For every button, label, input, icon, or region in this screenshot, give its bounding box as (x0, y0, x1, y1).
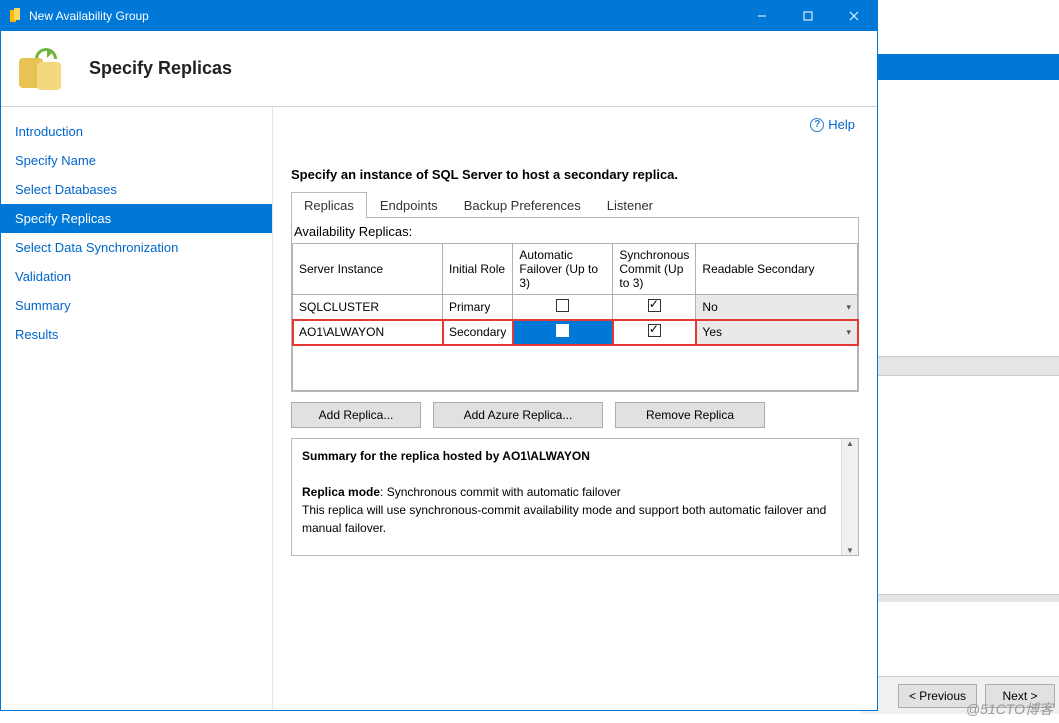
cell-auto-failover[interactable] (513, 320, 613, 345)
cell-sync-commit[interactable] (613, 320, 696, 345)
close-button[interactable] (831, 1, 877, 31)
help-icon: ? (810, 118, 824, 132)
grid-empty-area (292, 345, 858, 391)
checkbox-icon[interactable] (648, 324, 661, 337)
summary-desc: This replica will use synchronous-commit… (302, 501, 831, 537)
nav-step-0[interactable]: Introduction (1, 117, 272, 146)
col-sync-commit[interactable]: Synchronous Commit (Up to 3) (613, 244, 696, 295)
col-auto-failover[interactable]: Automatic Failover (Up to 3) (513, 244, 613, 295)
table-row: AO1\ALWAYONSecondary Yes▾ (293, 320, 858, 345)
tab-backup-preferences[interactable]: Backup Preferences (451, 192, 594, 218)
summary-title: Summary for the replica hosted by AO1\AL… (302, 447, 831, 465)
summary-panel: Summary for the replica hosted by AO1\AL… (291, 438, 859, 556)
tab-endpoints[interactable]: Endpoints (367, 192, 451, 218)
content-pane: ? Help Specify an instance of SQL Server… (273, 107, 877, 710)
instruction-text: Specify an instance of SQL Server to hos… (291, 167, 859, 182)
dialog-window: New Availability Group Specify Replicas … (0, 0, 878, 711)
col-server[interactable]: Server Instance (293, 244, 443, 295)
window-title: New Availability Group (29, 9, 739, 23)
chevron-down-icon: ▾ (846, 302, 851, 313)
chevron-down-icon: ▾ (846, 327, 851, 338)
nav-step-3[interactable]: Specify Replicas (1, 204, 272, 233)
app-icon (7, 8, 23, 24)
table-row: SQLCLUSTERPrimary No▾ (293, 295, 858, 320)
summary-mode: Replica mode: Synchronous commit with au… (302, 483, 831, 501)
replicas-grid: Server Instance Initial Role Automatic F… (292, 243, 858, 345)
nav-step-7[interactable]: Results (1, 320, 272, 349)
nav-step-1[interactable]: Specify Name (1, 146, 272, 175)
cell-sync-commit[interactable] (613, 295, 696, 320)
wizard-nav: IntroductionSpecify NameSelect Databases… (1, 107, 273, 710)
nav-step-2[interactable]: Select Databases (1, 175, 272, 204)
cell-readable[interactable]: Yes▾ (696, 320, 858, 345)
cell-server[interactable]: SQLCLUSTER (293, 295, 443, 320)
nav-step-4[interactable]: Select Data Synchronization (1, 233, 272, 262)
nav-step-5[interactable]: Validation (1, 262, 272, 291)
help-link[interactable]: ? Help (810, 117, 855, 132)
checkbox-icon[interactable] (556, 324, 569, 337)
tab-listener[interactable]: Listener (594, 192, 666, 218)
remove-replica-button[interactable]: Remove Replica (615, 402, 765, 428)
nav-step-6[interactable]: Summary (1, 291, 272, 320)
cell-auto-failover[interactable] (513, 295, 613, 320)
maximize-button[interactable] (785, 1, 831, 31)
cell-role: Secondary (443, 320, 513, 345)
checkbox-icon[interactable] (648, 299, 661, 312)
add-replica-button[interactable]: Add Replica... (291, 402, 421, 428)
cell-role: Primary (443, 295, 513, 320)
minimize-button[interactable] (739, 1, 785, 31)
cell-readable[interactable]: No▾ (696, 295, 858, 320)
scroll-up-icon[interactable]: ▲ (846, 439, 854, 448)
add-azure-replica-button[interactable]: Add Azure Replica... (433, 402, 603, 428)
summary-scrollbar[interactable]: ▲▼ (841, 439, 858, 555)
col-readable[interactable]: Readable Secondary (696, 244, 858, 295)
title-bar: New Availability Group (1, 1, 877, 31)
page-header: Specify Replicas (1, 31, 877, 107)
grid-label: Availability Replicas: (292, 218, 858, 243)
page-title: Specify Replicas (89, 58, 232, 79)
tab-strip: ReplicasEndpointsBackup PreferencesListe… (291, 192, 859, 218)
checkbox-icon[interactable] (556, 299, 569, 312)
cell-server[interactable]: AO1\ALWAYON (293, 320, 443, 345)
col-role[interactable]: Initial Role (443, 244, 513, 295)
scroll-down-icon[interactable]: ▼ (846, 546, 854, 555)
watermark: @51CTO博客 (966, 699, 1053, 719)
wizard-icon (19, 46, 65, 92)
tab-replicas[interactable]: Replicas (291, 192, 367, 218)
